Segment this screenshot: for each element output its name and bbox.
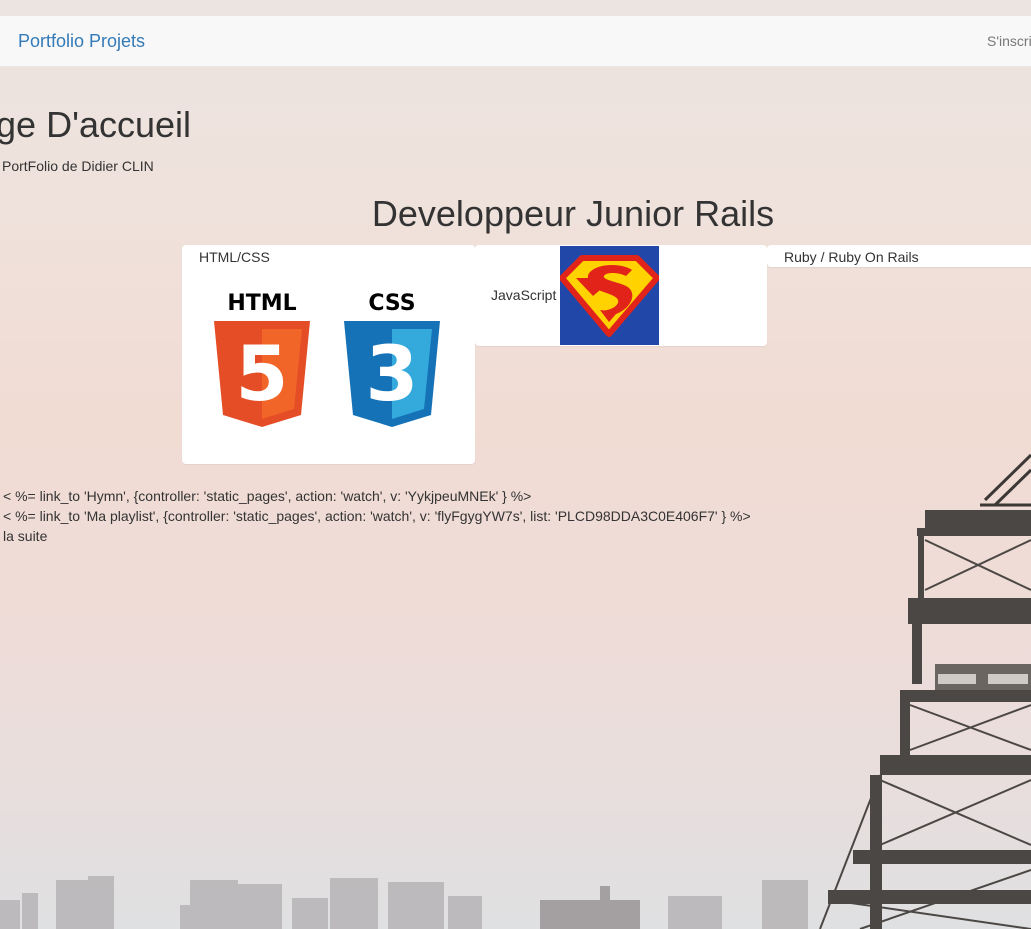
section-title: Developpeur Junior Rails [371,193,775,234]
css3-logo-icon: CSS 3 [344,291,440,427]
code-line-la-suite: la suite [3,528,48,544]
main-content: age D'accueil PortFolio de Didier CLIN D… [0,0,1031,929]
css3-logo-text: CSS [368,291,415,316]
html5-logo-digit: 5 [236,329,289,418]
html5-logo-icon: HTML 5 [214,291,310,427]
top-navbar: Portfolio Projets S'inscri [0,16,1031,67]
skill-panel-html-css: HTML/CSS HTML 5 CSS 3 [182,245,475,464]
signup-link[interactable]: S'inscri [987,33,1031,49]
code-lines: < %= link_to 'Hymn', {controller: 'stati… [3,486,751,546]
skill-panel-ruby: Ruby / Ruby On Rails [767,245,1031,267]
skill-panel-label: JavaScript [491,287,557,303]
page-title: age D'accueil [0,104,191,145]
html5-logo-text: HTML [227,291,296,316]
code-line-playlist: < %= link_to 'Ma playlist', {controller:… [3,508,751,524]
skill-panel-label: HTML/CSS [199,249,270,265]
code-line-hymn: < %= link_to 'Hymn', {controller: 'stati… [3,488,532,504]
brand-link[interactable]: Portfolio Projets [18,31,145,52]
skill-panel-javascript: JavaScript [475,245,767,346]
page-subtitle: PortFolio de Didier CLIN [2,158,154,174]
skill-panel-label: Ruby / Ruby On Rails [784,249,919,265]
css3-logo-digit: 3 [366,329,419,418]
superman-logo-icon [560,246,659,345]
